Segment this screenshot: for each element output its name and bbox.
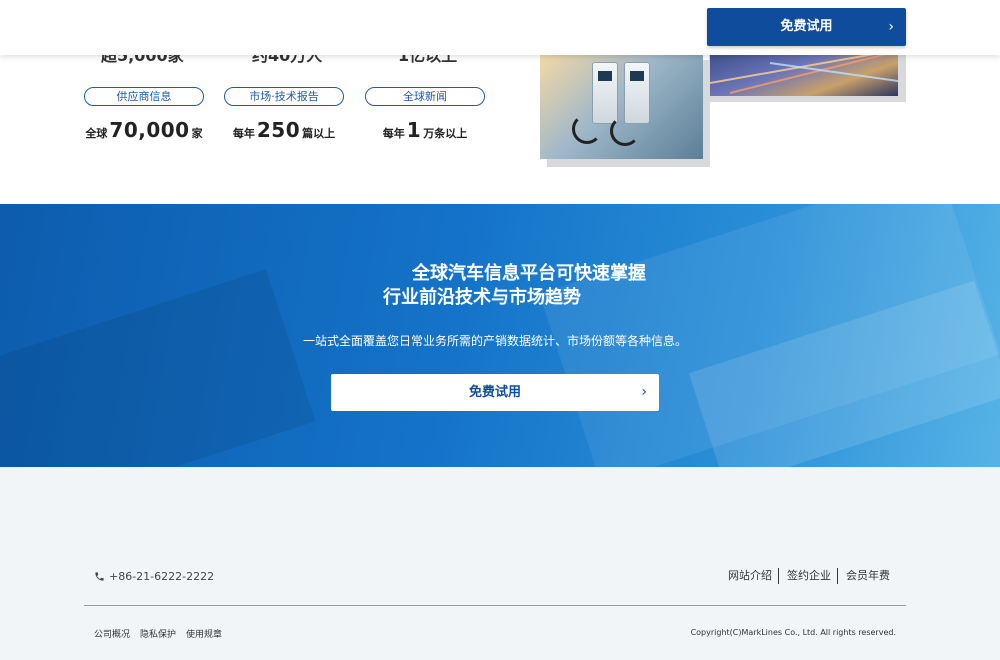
highway-image [710, 52, 898, 96]
stat-prefix: 每年 [232, 127, 255, 140]
link-site-intro[interactable]: 网站介绍 [728, 568, 778, 584]
stat-suffix: 篇以上 [302, 127, 336, 140]
footer-links-top: 网站介绍 签约企业 会员年费 [728, 568, 896, 584]
link-terms[interactable]: 使用规章 [186, 627, 222, 640]
phone-number: +86-21-6222-2222 [109, 570, 215, 583]
stat-suppliers: 供应商信息 全球 70,000 家 [84, 87, 204, 142]
footer-links-bottom: 公司概况 隐私保护 使用规章 [94, 627, 222, 640]
charger-shape [624, 62, 650, 124]
top-header: 免费试用 › [0, 0, 1000, 55]
free-trial-label: 免费试用 [468, 385, 521, 400]
chevron-right-icon: › [641, 384, 647, 400]
free-trial-label: 免费试用 [780, 19, 833, 34]
cta-banner: 全球汽车信息平台可快速掌握 行业前沿技术与市场趋势 一站式全面覆盖您日常业务所需… [0, 204, 1000, 467]
stat-number: 70,000 [109, 118, 190, 142]
stat-number: 250 [256, 118, 301, 142]
cable-shape [610, 116, 640, 146]
stat-pill-suppliers[interactable]: 供应商信息 [84, 87, 204, 106]
banner-subtitle: 一站式全面覆盖您日常业务所需的产销数据统计、市场份额等各种信息。 [302, 334, 687, 348]
banner-title-line1: 全球汽车信息平台可快速掌握 [412, 263, 646, 284]
link-company-profile[interactable]: 公司概况 [94, 627, 130, 640]
stat-value-reports: 每年 250 篇以上 [224, 118, 344, 142]
stat-value-news: 每年 1 万条以上 [365, 118, 485, 142]
page: 超5,000家 约40万人 1亿以上 供应商信息 全球 70,000 家 市场·技术… [0, 0, 1000, 660]
stat-suffix: 万条以上 [423, 127, 468, 140]
link-membership-fee[interactable]: 会员年费 [837, 568, 896, 584]
free-trial-button-header[interactable]: 免费试用 › [707, 8, 906, 46]
cable-shape [572, 114, 602, 144]
footer: +86-21-6222-2222 网站介绍 签约企业 会员年费 公司概况 隐私保… [0, 467, 1000, 660]
banner-title-line2: 行业前沿技术与市场趋势 [383, 287, 581, 308]
chevron-right-icon: › [888, 19, 894, 35]
stat-pill-reports[interactable]: 市场·技术报告 [224, 87, 344, 106]
footer-divider [84, 605, 906, 606]
stat-value-suppliers: 全球 70,000 家 [84, 118, 204, 142]
ev-charger-image [540, 54, 703, 159]
stat-prefix: 每年 [382, 127, 405, 140]
copyright: Copyright(C)MarkLines Co., Ltd. All righ… [690, 628, 896, 637]
charger-shape [592, 62, 618, 124]
stat-number: 1 [406, 118, 422, 142]
stat-prefix: 全球 [85, 127, 108, 140]
footer-phone[interactable]: +86-21-6222-2222 [94, 570, 214, 583]
free-trial-button-banner[interactable]: 免费试用 › [331, 374, 659, 411]
stat-reports: 市场·技术报告 每年 250 篇以上 [224, 87, 344, 142]
link-privacy[interactable]: 隐私保护 [140, 627, 176, 640]
stat-news: 全球新闻 每年 1 万条以上 [365, 87, 485, 142]
link-member-companies[interactable]: 签约企业 [778, 568, 837, 584]
stat-suffix: 家 [191, 127, 203, 140]
phone-icon [95, 572, 104, 581]
stat-pill-news[interactable]: 全球新闻 [365, 87, 485, 106]
